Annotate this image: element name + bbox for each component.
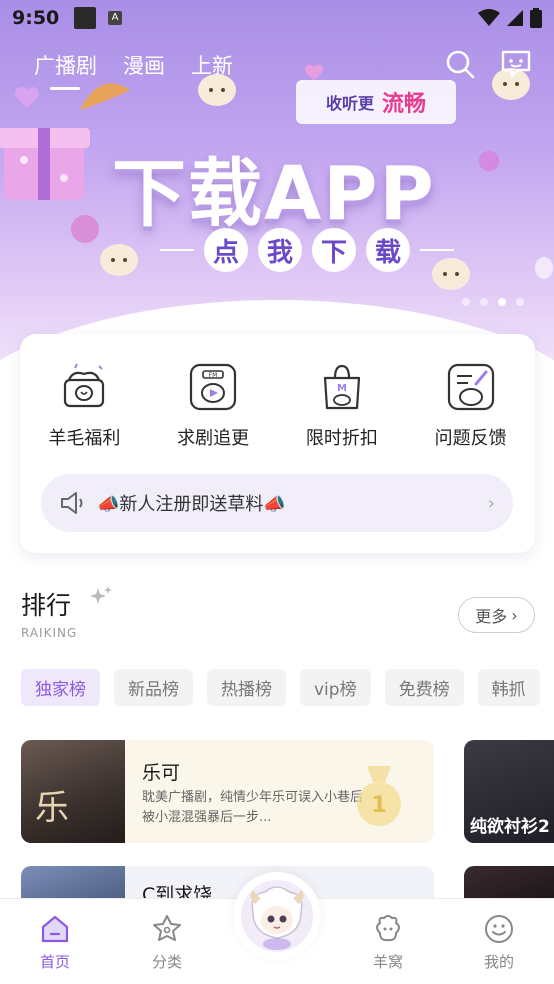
carousel-dot[interactable] [462, 298, 470, 306]
section-subtitle: RAIKING [21, 626, 78, 640]
quick-action-label: 问题反馈 [434, 428, 507, 449]
banner-cta[interactable]: 点 我 下 载 [160, 228, 454, 272]
chevron-right-icon: › [511, 605, 518, 625]
more-button[interactable]: 更多 › [458, 597, 535, 633]
fm-radio-icon: FM [190, 363, 237, 411]
chip-free[interactable]: 免费榜 [384, 669, 464, 706]
nav-label: 首页 [39, 953, 70, 971]
pill-highlight: 流畅 [382, 92, 427, 117]
tab-comics[interactable]: 漫画 [123, 50, 165, 90]
battery-icon [530, 8, 542, 28]
nav-label: 分类 [151, 953, 182, 971]
sheep-den-icon [376, 915, 400, 942]
quick-action-label: 限时折扣 [305, 428, 378, 449]
featured-cover-image: 乐 [21, 740, 125, 843]
status-right [478, 8, 542, 28]
featured-rank-card[interactable]: 乐 乐可 耽美广播剧，纯情少年乐可误入小巷后被小混混强暴后一步... 1 [21, 740, 434, 843]
nav-home[interactable]: 首页 [20, 913, 90, 972]
banner-title: 下载APP [112, 151, 436, 237]
notice-bar[interactable]: 📣新人注册即送草料📣 › [41, 474, 513, 532]
status-time: 9:50 [12, 7, 60, 29]
quick-action-discount[interactable]: M 限时折扣 [278, 362, 407, 450]
chip-korean[interactable]: 韩抓 [477, 669, 540, 706]
chip-hot[interactable]: 热播榜 [207, 669, 286, 706]
center-mascot-button[interactable] [233, 872, 321, 960]
chevron-right-icon: › [487, 492, 495, 514]
chip-vip[interactable]: vip榜 [300, 669, 371, 706]
signal-icon [507, 10, 523, 26]
rank-medal-icon: 1 [357, 766, 401, 826]
nav-profile[interactable]: 我的 [464, 913, 534, 972]
carousel-dot[interactable] [516, 298, 524, 306]
chip-exclusive[interactable]: 独家榜 [21, 669, 100, 706]
search-icon[interactable] [444, 48, 476, 80]
quick-action-feedback[interactable]: 问题反馈 [406, 362, 535, 450]
carousel-dot-active[interactable] [498, 298, 506, 306]
chip-new[interactable]: 新品榜 [114, 669, 193, 706]
quick-actions-row: 羊毛福利 FM 求剧追更 M 限时折扣 问题反馈 [20, 362, 535, 450]
pill-prefix: 收听更 [325, 94, 374, 113]
category-star-icon [153, 915, 181, 941]
quick-action-label: 羊毛福利 [48, 428, 121, 449]
home-icon [41, 915, 69, 943]
side-rank-card[interactable]: 纯欲衬衫2 [464, 740, 554, 843]
featured-title: 乐可 [142, 762, 181, 784]
banner-pill: 收听更 流畅 [296, 80, 456, 124]
svg-text:1: 1 [371, 793, 386, 818]
ball-decoration [535, 257, 553, 279]
nav-category[interactable]: 分类 [132, 913, 202, 972]
content-tabs: 广播剧 漫画 上新 [34, 50, 233, 90]
gift-box-icon [64, 363, 105, 408]
svg-text:M: M [337, 383, 347, 394]
notice-text: 📣新人注册即送草料📣 [97, 494, 286, 515]
mascot-avatar-icon [241, 880, 313, 952]
sparkle-icon [90, 586, 112, 604]
ball-decoration [71, 215, 99, 243]
shopping-bag-icon: M [323, 364, 360, 410]
cover-char: 乐 [35, 788, 69, 828]
notification-letter-icon: A [108, 11, 122, 25]
profile-smile-icon [485, 915, 513, 943]
notification-icon [74, 7, 96, 29]
message-icon[interactable] [500, 48, 532, 80]
nav-sheep-den[interactable]: 羊窝 [353, 913, 423, 972]
cta-line [420, 249, 454, 251]
svg-text:FM: FM [209, 372, 218, 379]
feedback-note-icon [447, 363, 494, 411]
wifi-icon [478, 9, 500, 26]
quick-action-label: 求剧追更 [177, 428, 250, 449]
side-card-title: 纯欲衬衫2 [470, 817, 550, 837]
carousel-dots [462, 298, 524, 306]
cta-char: 下 [312, 228, 356, 272]
cta-line [160, 249, 194, 251]
more-label: 更多 [475, 607, 508, 626]
ranking-chips: 独家榜 新品榜 热播榜 vip榜 免费榜 韩抓 [21, 669, 540, 706]
quick-action-welfare[interactable]: 羊毛福利 [20, 362, 149, 450]
quick-actions-card: 羊毛福利 FM 求剧追更 M 限时折扣 问题反馈 📣新人注册即送草料📣 › [20, 334, 535, 553]
cta-char: 我 [258, 228, 302, 272]
section-title: 排行 [21, 591, 72, 620]
quick-action-request[interactable]: FM 求剧追更 [149, 362, 278, 450]
hero-banner[interactable]: 广播剧 漫画 上新 收听更 流畅 下载APP 点 我 下 载 [0, 0, 554, 380]
tab-radio-drama[interactable]: 广播剧 [34, 50, 97, 90]
cta-char: 点 [204, 228, 248, 272]
nav-label: 我的 [483, 953, 514, 971]
tab-new[interactable]: 上新 [191, 50, 233, 90]
featured-description: 耽美广播剧，纯情少年乐可误入小巷后被小混混强暴后一步... [142, 790, 364, 825]
ball-decoration [478, 150, 500, 172]
status-bar: 9:50 A [0, 0, 554, 36]
nav-label: 羊窝 [372, 953, 403, 971]
sheep-decoration [100, 244, 138, 276]
speaker-icon [61, 492, 83, 514]
carousel-dot[interactable] [480, 298, 488, 306]
cta-char: 载 [366, 228, 410, 272]
